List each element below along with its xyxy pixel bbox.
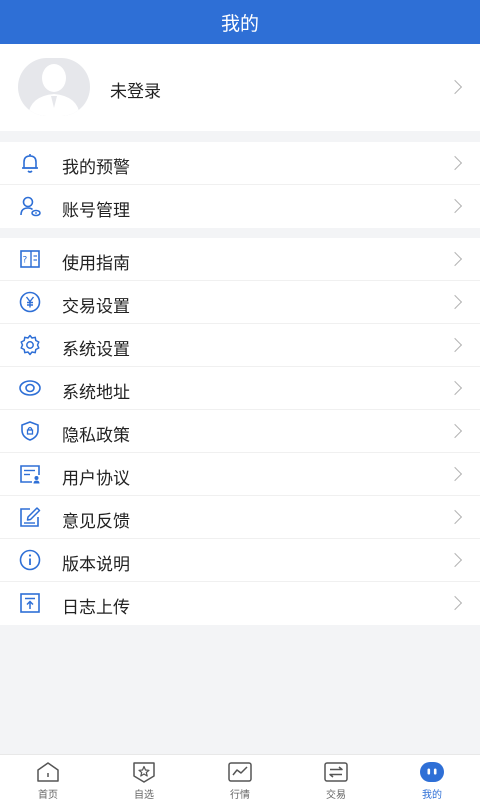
menu-item-trade-settings[interactable]: 交易设置 bbox=[0, 281, 480, 324]
star-shield-icon bbox=[133, 762, 155, 783]
menu-item-system-settings[interactable]: 系统设置 bbox=[0, 324, 480, 367]
tab-label: 行情 bbox=[230, 790, 250, 800]
menu-item-label: 使用指南 bbox=[62, 254, 130, 274]
menu-item-label: 我的预警 bbox=[62, 158, 130, 178]
chevron-right-icon bbox=[447, 595, 463, 611]
bottom-tab-bar: 首页 自选 行情 交易 我的 bbox=[0, 754, 480, 800]
chevron-right-icon bbox=[447, 509, 463, 525]
menu-item-label: 系统地址 bbox=[62, 383, 130, 403]
menu-item-label: 交易设置 bbox=[62, 297, 130, 317]
tab-trade[interactable]: 交易 bbox=[288, 755, 384, 800]
tab-label: 交易 bbox=[326, 790, 346, 800]
menu-item-label: 系统设置 bbox=[62, 340, 130, 360]
menu-item-privacy-policy[interactable]: 隐私政策 bbox=[0, 410, 480, 453]
upload-icon bbox=[20, 593, 40, 613]
profile-icon bbox=[420, 762, 444, 782]
bell-icon bbox=[22, 154, 38, 173]
account-icon bbox=[20, 196, 41, 217]
menu-item-version-notes[interactable]: 版本说明 bbox=[0, 539, 480, 582]
chevron-right-icon bbox=[447, 79, 463, 95]
tab-label: 首页 bbox=[38, 790, 58, 800]
svg-text:?: ? bbox=[23, 256, 28, 266]
chevron-right-icon bbox=[447, 337, 463, 353]
profile-row[interactable]: 未登录 bbox=[0, 44, 480, 131]
chevron-right-icon bbox=[447, 552, 463, 568]
chevron-right-icon bbox=[447, 380, 463, 396]
menu-item-user-agreement[interactable]: 用户协议 bbox=[0, 453, 480, 496]
exchange-icon bbox=[324, 762, 348, 782]
agreement-icon bbox=[20, 465, 40, 484]
home-icon bbox=[37, 762, 59, 782]
tab-watchlist[interactable]: 自选 bbox=[96, 755, 192, 800]
guide-icon: ? bbox=[20, 250, 40, 268]
menu-item-log-upload[interactable]: 日志上传 bbox=[0, 582, 480, 625]
menu-item-label: 版本说明 bbox=[62, 555, 130, 575]
yen-icon bbox=[19, 291, 41, 313]
chart-icon bbox=[228, 762, 252, 782]
gear-icon bbox=[20, 334, 40, 356]
menu-item-account[interactable]: 账号管理 bbox=[0, 185, 480, 228]
info-icon bbox=[19, 549, 41, 571]
chevron-right-icon bbox=[447, 251, 463, 267]
menu-item-system-address[interactable]: 系统地址 bbox=[0, 367, 480, 410]
shield-lock-icon bbox=[21, 421, 39, 441]
chevron-right-icon bbox=[447, 198, 463, 214]
menu-item-alerts[interactable]: 我的预警 bbox=[0, 142, 480, 185]
eye-icon bbox=[19, 380, 41, 396]
chevron-right-icon bbox=[447, 294, 463, 310]
avatar bbox=[18, 58, 90, 116]
app-header: 我的 bbox=[0, 0, 480, 44]
chevron-right-icon bbox=[447, 423, 463, 439]
menu-item-label: 用户协议 bbox=[62, 469, 130, 489]
tab-market[interactable]: 行情 bbox=[192, 755, 288, 800]
edit-icon bbox=[20, 507, 41, 527]
chevron-right-icon bbox=[447, 466, 463, 482]
login-status: 未登录 bbox=[110, 82, 161, 102]
tab-home[interactable]: 首页 bbox=[0, 755, 96, 800]
tab-label: 我的 bbox=[422, 790, 442, 800]
page-title: 我的 bbox=[220, 12, 259, 35]
tab-mine[interactable]: 我的 bbox=[384, 755, 480, 800]
menu-item-label: 隐私政策 bbox=[62, 426, 130, 446]
menu-item-label: 意见反馈 bbox=[62, 512, 130, 532]
menu-group-settings: ? 使用指南 交易设置 系统设置 系统地址 隐私政策 用户协议 意见反馈 版本说… bbox=[0, 238, 480, 625]
chevron-right-icon bbox=[447, 155, 463, 171]
menu-item-label: 日志上传 bbox=[62, 598, 130, 618]
menu-item-guide[interactable]: ? 使用指南 bbox=[0, 238, 480, 281]
tab-label: 自选 bbox=[134, 790, 154, 800]
menu-group-alerts: 我的预警 账号管理 bbox=[0, 142, 480, 228]
menu-item-label: 账号管理 bbox=[62, 201, 130, 221]
menu-item-feedback[interactable]: 意见反馈 bbox=[0, 496, 480, 539]
